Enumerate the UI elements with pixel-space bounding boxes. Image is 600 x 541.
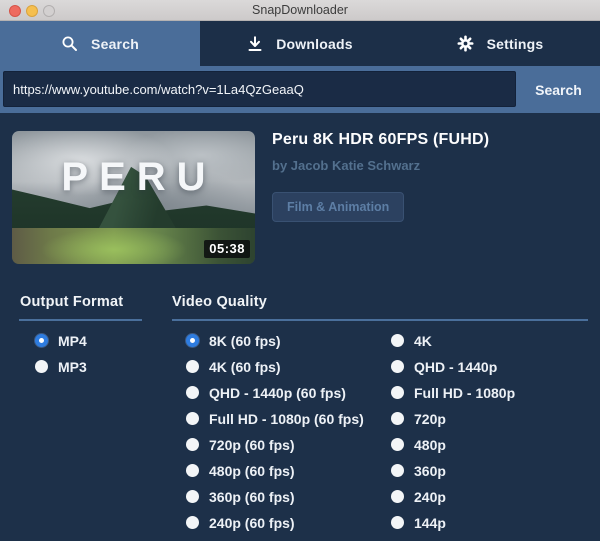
- video-quality-option-full-hd-1080p[interactable]: Full HD - 1080p: [391, 384, 516, 401]
- radio-selected-icon[interactable]: [186, 334, 199, 347]
- tab-downloads[interactable]: Downloads: [200, 21, 400, 66]
- duration-badge: 05:38: [204, 240, 250, 258]
- video-quality-option-label: 240p (60 fps): [209, 514, 295, 531]
- radio-unselected-icon[interactable]: [186, 464, 199, 477]
- snapdownloader-window: SnapDownloader Search Downloads Settings…: [0, 0, 600, 541]
- radio-unselected-icon[interactable]: [186, 490, 199, 503]
- radio-unselected-icon[interactable]: [391, 490, 404, 503]
- video-quality-option-label: 720p (60 fps): [209, 436, 295, 453]
- video-quality-option-360p-60-fps[interactable]: 360p (60 fps): [186, 488, 364, 505]
- video-byline: by Jacob Katie Schwarz: [272, 158, 421, 173]
- radio-unselected-icon[interactable]: [186, 516, 199, 529]
- radio-unselected-icon[interactable]: [391, 334, 404, 347]
- radio-unselected-icon[interactable]: [391, 516, 404, 529]
- video-quality-option-480p[interactable]: 480p: [391, 436, 515, 453]
- tab-settings-label: Settings: [486, 35, 544, 52]
- tab-bar: Search Downloads Settings: [0, 21, 600, 66]
- output-format-group: MP4 MP3: [35, 332, 87, 375]
- video-quality-group-left: 8K (60 fps) 4K (60 fps) QHD - 1440p (60 fp…: [186, 332, 364, 531]
- radio-unselected-icon[interactable]: [391, 386, 404, 399]
- video-quality-option-label: 480p (60 fps): [209, 462, 295, 479]
- video-quality-option-720p[interactable]: 720p: [391, 410, 515, 427]
- video-quality-option-label: 4K (60 fps): [209, 358, 281, 375]
- video-quality-option-8k-60-fps[interactable]: 8K (60 fps): [186, 332, 364, 349]
- tab-downloads-label: Downloads: [276, 35, 353, 52]
- search-button[interactable]: Search: [517, 66, 600, 113]
- video-quality-option-label: 480p: [414, 436, 446, 453]
- titlebar: SnapDownloader: [0, 0, 600, 21]
- radio-unselected-icon[interactable]: [186, 386, 199, 399]
- video-quality-underline: [172, 319, 588, 321]
- output-format-option-mp4[interactable]: MP4: [35, 332, 87, 349]
- video-quality-option-label: 4K: [414, 332, 432, 349]
- window-title: SnapDownloader: [252, 3, 348, 17]
- video-quality-option-label: Full HD - 1080p: [414, 384, 516, 401]
- output-format-heading: Output Format: [20, 294, 124, 310]
- tab-settings[interactable]: Settings: [400, 21, 600, 66]
- video-quality-group-right: 4K QHD - 1440p Full HD - 1080p 720p 480p 360p…: [391, 332, 516, 531]
- video-quality-option-label: 360p (60 fps): [209, 488, 295, 505]
- radio-unselected-icon[interactable]: [35, 360, 48, 373]
- video-quality-option-4k-60-fps[interactable]: 4K (60 fps): [186, 358, 364, 375]
- video-quality-option-720p-60-fps[interactable]: 720p (60 fps): [186, 436, 364, 453]
- category-badge[interactable]: Film & Animation: [272, 192, 405, 222]
- radio-selected-icon[interactable]: [35, 334, 48, 347]
- video-quality-option-4k[interactable]: 4K: [391, 332, 515, 349]
- video-quality-option-label: 360p: [414, 462, 446, 479]
- search-row: Search: [0, 66, 600, 113]
- video-quality-option-label: 144p: [414, 514, 446, 531]
- download-icon: [247, 35, 263, 52]
- video-quality-option-qhd-1440p[interactable]: QHD - 1440p: [391, 358, 515, 375]
- gear-icon: [457, 35, 474, 52]
- video-quality-option-240p[interactable]: 240p: [391, 488, 515, 505]
- tab-search-label: Search: [91, 35, 139, 52]
- video-quality-option-label: 240p: [414, 488, 446, 505]
- video-quality-option-label: QHD - 1440p (60 fps): [209, 384, 346, 401]
- url-input[interactable]: [3, 71, 516, 107]
- radio-unselected-icon[interactable]: [391, 412, 404, 425]
- search-icon: [61, 35, 78, 52]
- video-quality-option-label: Full HD - 1080p (60 fps): [209, 410, 364, 427]
- video-quality-heading: Video Quality: [172, 294, 267, 310]
- video-quality-option-qhd-1440p-60-fps[interactable]: QHD - 1440p (60 fps): [186, 384, 364, 401]
- output-format-option-mp3[interactable]: MP3: [35, 358, 87, 375]
- radio-unselected-icon[interactable]: [186, 438, 199, 451]
- radio-unselected-icon[interactable]: [391, 360, 404, 373]
- video-quality-option-full-hd-1080p-60-fps[interactable]: Full HD - 1080p (60 fps): [186, 410, 364, 427]
- video-quality-option-144p[interactable]: 144p: [391, 514, 515, 531]
- video-title: Peru 8K HDR 60FPS (FUHD): [272, 131, 490, 148]
- output-format-underline: [19, 319, 142, 321]
- output-format-option-label: MP3: [58, 358, 87, 375]
- thumbnail-caption: PERU: [61, 155, 217, 199]
- radio-unselected-icon[interactable]: [186, 360, 199, 373]
- tab-search[interactable]: Search: [0, 21, 200, 66]
- radio-unselected-icon[interactable]: [186, 412, 199, 425]
- output-format-option-label: MP4: [58, 332, 87, 349]
- radio-unselected-icon[interactable]: [391, 464, 404, 477]
- video-thumbnail: PERU 05:38: [12, 131, 255, 264]
- radio-unselected-icon[interactable]: [391, 438, 404, 451]
- video-quality-option-480p-60-fps[interactable]: 480p (60 fps): [186, 462, 364, 479]
- video-quality-option-360p[interactable]: 360p: [391, 462, 515, 479]
- video-quality-option-label: 720p: [414, 410, 446, 427]
- video-quality-option-label: 8K (60 fps): [209, 332, 281, 349]
- video-quality-option-label: QHD - 1440p: [414, 358, 498, 375]
- video-quality-option-240p-60-fps[interactable]: 240p (60 fps): [186, 514, 364, 531]
